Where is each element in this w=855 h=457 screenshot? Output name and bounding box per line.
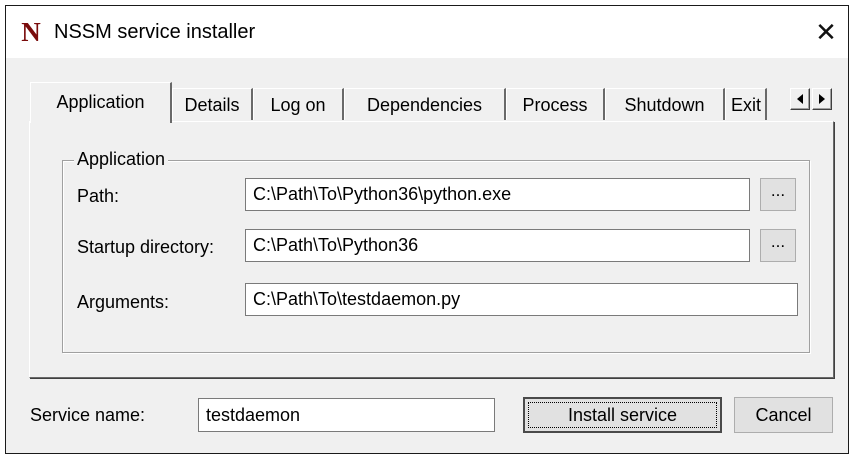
tab-shutdown[interactable]: Shutdown: [605, 88, 725, 120]
cancel-button[interactable]: Cancel: [734, 397, 833, 433]
tab-scroll-left-button[interactable]: [790, 88, 810, 110]
path-field[interactable]: C:\Path\To\Python36\python.exe: [245, 178, 750, 211]
path-browse-button[interactable]: ...: [760, 178, 796, 211]
arguments-field[interactable]: C:\Path\To\testdaemon.py: [245, 283, 798, 316]
install-service-button[interactable]: Install service: [523, 397, 722, 433]
tab-dependencies[interactable]: Dependencies: [344, 88, 506, 120]
application-group-label: Application: [74, 148, 169, 170]
window-title: NSSM service installer: [54, 21, 256, 43]
tab-log-on[interactable]: Log on: [253, 88, 344, 120]
tab-scroll-right-button[interactable]: [812, 88, 832, 110]
tab-exit[interactable]: Exit: [725, 88, 767, 120]
tab-details[interactable]: Details: [172, 88, 253, 120]
tab-process[interactable]: Process: [506, 88, 605, 120]
arrow-left-icon: [797, 94, 803, 104]
nssm-logo-icon: N: [21, 17, 41, 47]
title-bar: N NSSM service installer ✕: [6, 6, 848, 58]
arguments-label: Arguments:: [77, 292, 170, 312]
service-name-label: Service name:: [30, 405, 146, 425]
startup-directory-field[interactable]: C:\Path\To\Python36: [245, 229, 750, 262]
service-name-field[interactable]: testdaemon: [198, 398, 495, 432]
startup-directory-label: Startup directory:: [77, 237, 215, 257]
tab-application[interactable]: Application: [30, 82, 172, 123]
arrow-right-icon: [819, 94, 825, 104]
close-button[interactable]: ✕: [804, 6, 848, 58]
path-label: Path:: [77, 186, 120, 206]
startup-directory-browse-button[interactable]: ...: [760, 229, 796, 262]
